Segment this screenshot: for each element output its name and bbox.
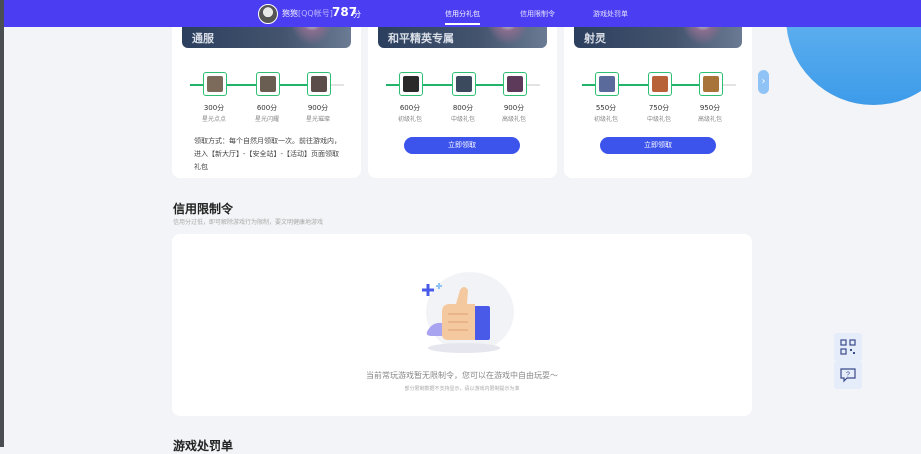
reward-points: 950分 [699, 104, 721, 112]
claim-button[interactable]: 立即领取 [404, 137, 520, 154]
reward-badge-icon[interactable] [399, 72, 423, 96]
reward-badge-icon[interactable] [452, 72, 476, 96]
qrcode-button[interactable] [834, 333, 862, 361]
reward-points: 550分 [595, 104, 617, 112]
reward-points: 900分 [307, 104, 329, 112]
reward-points: 300分 [203, 104, 225, 112]
account-type: [QQ帐号] [298, 9, 333, 18]
reward-name: 星光璀璨 [305, 116, 330, 123]
avatar[interactable] [258, 4, 278, 24]
window-edge [0, 0, 4, 447]
restriction-panel: 当前常玩游戏暂无限制令，您可以在游戏中自由玩耍～ 部分限制数据不支持显示，请以游… [172, 234, 752, 416]
section-subtitle: 信用分过低，即可解除游戏行为限制，要文明健康地游戏 [173, 219, 324, 226]
reward-points: 600分 [399, 104, 421, 112]
reward-badge-icon[interactable] [256, 72, 280, 96]
banner-title: 射灵 [584, 32, 606, 45]
reward-name: 星光点点 [201, 116, 226, 123]
reward-name: 高级礼包 [501, 116, 526, 123]
claim-button[interactable]: 立即领取 [600, 137, 716, 154]
reward-points: 900分 [503, 104, 525, 112]
nav-tab-penalty-notice[interactable]: 游戏处罚单 [593, 9, 628, 19]
thumbs-up-illustration [422, 272, 514, 353]
reward-points: 750分 [648, 104, 670, 112]
reward-badge-icon[interactable] [307, 72, 331, 96]
reward-badge-icon[interactable] [203, 72, 227, 96]
reward-badge-icon[interactable] [699, 72, 723, 96]
username: 狍狍 [282, 9, 298, 18]
carousel-next-button[interactable]: › [758, 70, 769, 94]
nav-tab-credit-gifts[interactable]: 信用分礼包 [445, 9, 480, 25]
reward-name: 高级礼包 [697, 116, 722, 123]
reward-name: 初级礼包 [397, 116, 422, 123]
banner-title: 和平精英专属 [388, 32, 454, 45]
qrcode-icon [840, 339, 856, 355]
score-unit: 分 [353, 10, 361, 19]
nav-tab-restriction-order[interactable]: 信用限制令 [520, 9, 555, 19]
empty-state-note: 部分限制数据不支持显示，请以游戏内限制提示为准 [404, 386, 520, 392]
reward-name: 中级礼包 [450, 116, 475, 123]
reward-points: 800分 [452, 104, 474, 112]
section-title: 信用限制令 [173, 202, 234, 216]
svg-text:?: ? [846, 372, 850, 379]
reward-badge-icon[interactable] [503, 72, 527, 96]
reward-badge-icon[interactable] [648, 72, 672, 96]
penalty-section-title: 游戏处罚单 [173, 439, 234, 453]
reward-badge-icon[interactable] [595, 72, 619, 96]
reward-name: 星光闪耀 [254, 116, 279, 123]
reward-name: 中级礼包 [646, 116, 671, 123]
banner-title: 通服 [192, 32, 214, 45]
feedback-button[interactable]: ? [834, 361, 862, 389]
empty-state-message: 当前常玩游戏暂无限制令，您可以在游戏中自由玩耍～ [366, 371, 558, 380]
chevron-right-icon: › [761, 76, 766, 87]
question-chat-icon: ? [840, 368, 856, 383]
top-nav-bar: 狍狍 [QQ帐号] 787 分 信用分礼包 信用限制令 游戏处罚单 [4, 0, 921, 27]
reward-points: 600分 [256, 104, 278, 112]
reward-name: 初级礼包 [593, 116, 618, 123]
claim-instructions: 领取方式：每个自然月领取一次。前往游戏内，进入【新大厅】-【安全站】-【活动】页… [194, 137, 341, 171]
